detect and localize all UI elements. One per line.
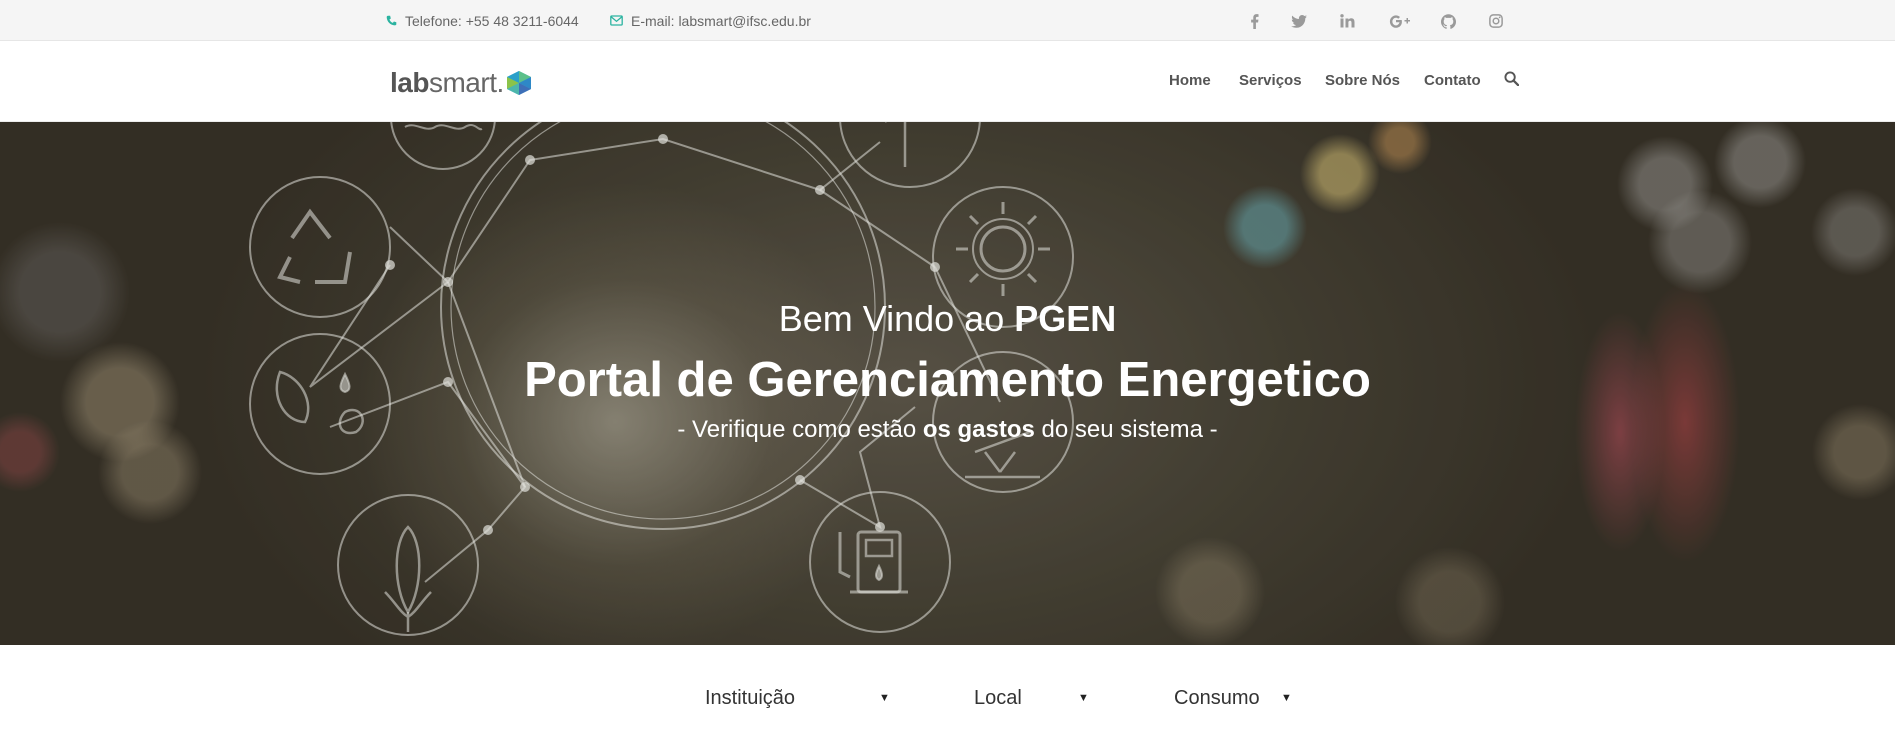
phone-icon bbox=[386, 15, 397, 26]
nav-services[interactable]: Serviços bbox=[1239, 72, 1302, 89]
nav-about[interactable]: Sobre Nós bbox=[1325, 72, 1400, 89]
main-navbar: lab smart. Home Serviços Sobre Nós Conta… bbox=[0, 41, 1895, 122]
facebook-icon[interactable] bbox=[1244, 11, 1264, 31]
filter-bar: Instituição ▼ Local ▼ Consumo ▼ bbox=[0, 645, 1895, 744]
instagram-icon[interactable] bbox=[1486, 11, 1506, 31]
welcome-prefix: Bem Vindo ao bbox=[778, 298, 1015, 339]
nav-home[interactable]: Home bbox=[1169, 72, 1211, 89]
twitter-icon[interactable] bbox=[1289, 11, 1309, 31]
consumption-dropdown-arrow-icon[interactable]: ▼ bbox=[1281, 692, 1292, 704]
location-dropdown-arrow-icon[interactable]: ▼ bbox=[1078, 692, 1089, 704]
subtitle-prefix: - Verifique como estão bbox=[677, 416, 923, 443]
hero-banner: Bem Vindo ao PGEN Portal de Gerenciament… bbox=[0, 122, 1895, 645]
logo-text-smart: smart. bbox=[428, 67, 504, 98]
nav-contact[interactable]: Contato bbox=[1424, 72, 1481, 89]
email-text[interactable]: E-mail: labsmart@ifsc.edu.br bbox=[631, 13, 811, 29]
search-icon[interactable] bbox=[1504, 71, 1522, 89]
institution-dropdown-label[interactable]: Instituição bbox=[705, 687, 795, 710]
hero-title: Portal de Gerenciamento Energetico bbox=[524, 353, 1371, 407]
phone-text: Telefone: +55 48 3211-6044 bbox=[405, 12, 579, 29]
email-contact[interactable]: E-mail: labsmart@ifsc.edu.br bbox=[610, 0, 811, 41]
logo-text-lab: lab bbox=[390, 67, 429, 98]
hexagon-logo-icon bbox=[506, 71, 531, 95]
welcome-brand: PGEN bbox=[1014, 298, 1117, 339]
labsmart-logo[interactable]: lab smart. bbox=[390, 67, 533, 99]
location-dropdown-label[interactable]: Local bbox=[974, 687, 1022, 710]
hero-subtitle: - Verifique como estão os gastos do seu … bbox=[0, 416, 1895, 444]
subtitle-bold: os gastos bbox=[922, 416, 1035, 443]
envelope-icon bbox=[610, 15, 623, 26]
institution-dropdown-arrow-icon[interactable]: ▼ bbox=[879, 692, 890, 704]
linkedin-icon[interactable] bbox=[1337, 11, 1357, 31]
top-bar: Telefone: +55 48 3211-6044 E-mail: labsm… bbox=[0, 0, 1895, 41]
google-plus-icon[interactable] bbox=[1388, 11, 1412, 31]
phone-contact: Telefone: +55 48 3211-6044 bbox=[386, 0, 579, 41]
hero-welcome: Bem Vindo ao PGEN bbox=[0, 298, 1895, 340]
consumption-dropdown-label[interactable]: Consumo bbox=[1174, 687, 1260, 710]
github-icon[interactable] bbox=[1438, 11, 1458, 31]
subtitle-suffix: do seu sistema - bbox=[1034, 416, 1218, 443]
